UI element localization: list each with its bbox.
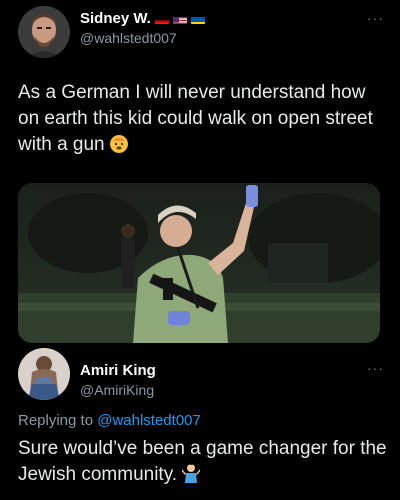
author-handle[interactable]: @wahlstedt007 [80,30,205,46]
author-display-name[interactable]: Sidney W. [80,10,205,27]
tweet-photo[interactable] [18,183,380,343]
author-avatar[interactable] [18,6,70,58]
reply-more-options-icon[interactable]: ··· [367,360,384,376]
flag-ukraine-icon [190,14,205,24]
reply-name-block: Amiri King @AmiriKing [80,362,156,398]
reply-text: Sure would’ve been a game changer for th… [18,436,388,488]
more-options-icon[interactable]: ··· [367,10,384,26]
reply-author-avatar[interactable] [18,348,70,400]
replying-to-prefix: Replying to [18,412,94,429]
replying-to-line: Replying to @wahlstedt007 [18,412,201,429]
reply-author-handle[interactable]: @AmiriKing [80,382,156,398]
flag-usa-icon [172,14,187,24]
replying-to-mention-link[interactable]: @wahlstedt007 [97,412,201,429]
tweet-text-content: As a German I will never understand how … [18,82,373,155]
reply-text-content: Sure would’ve been a game changer for th… [18,438,387,485]
tweet-header: Sidney W. @wahlstedt007 ··· [18,6,388,58]
tweet-text: As a German I will never understand how … [18,80,378,158]
author-display-name-text[interactable]: Sidney W. [80,10,151,27]
exploding-head-emoji-icon [109,135,128,153]
author-name-block: Sidney W. @wahlstedt007 [80,10,205,46]
reply-author-display-name[interactable]: Amiri King [80,362,156,379]
flag-germany-icon [154,14,169,24]
shrug-emoji-icon [181,463,202,483]
